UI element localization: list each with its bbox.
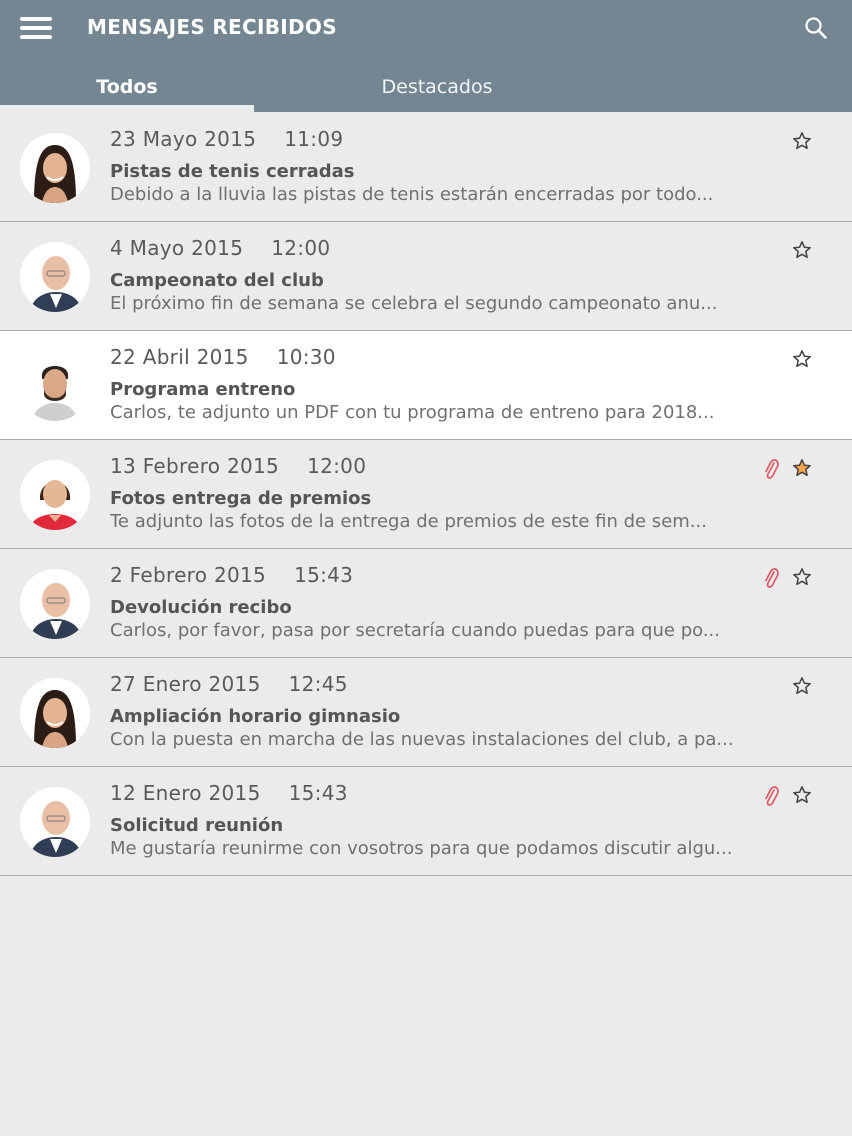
message-time: 15:43	[294, 563, 354, 587]
message-time: 11:09	[284, 127, 344, 151]
menu-icon[interactable]	[20, 16, 54, 42]
message-preview: Con la puesta en marcha de las nuevas in…	[110, 729, 734, 750]
message-row[interactable]: 2 Febrero 2015 15:43 Devolución recibo Ca…	[0, 549, 852, 658]
message-date: 4 Mayo 2015 12:00	[110, 236, 331, 260]
star-outline-icon[interactable]	[792, 785, 812, 805]
message-list: 23 Mayo 2015 11:09 Pistas de tenis cerrad…	[0, 113, 852, 876]
message-row[interactable]: 27 Enero 2015 12:45 Ampliación horario gi…	[0, 658, 852, 767]
message-subject: Devolución recibo	[110, 597, 292, 618]
star-outline-icon[interactable]	[792, 567, 812, 587]
attachment-icon[interactable]	[762, 784, 780, 808]
tab-destacados[interactable]: Destacados	[254, 66, 620, 112]
star-outline-icon[interactable]	[792, 676, 812, 696]
message-preview: Te adjunto las fotos de la entrega de pr…	[110, 511, 707, 532]
message-time: 12:00	[271, 236, 331, 260]
avatar	[20, 678, 90, 748]
avatar	[20, 133, 90, 203]
star-outline-icon[interactable]	[792, 131, 812, 151]
message-date: 23 Mayo 2015 11:09	[110, 127, 344, 151]
message-preview: El próximo fin de semana se celebra el s…	[110, 293, 718, 314]
message-time: 15:43	[288, 781, 348, 805]
message-subject: Pistas de tenis cerradas	[110, 161, 355, 182]
message-preview: Debido a la lluvia las pistas de tenis e…	[110, 184, 714, 205]
star-filled-icon[interactable]	[792, 458, 812, 478]
message-preview: Carlos, te adjunto un PDF con tu program…	[110, 402, 715, 423]
message-preview: Carlos, por favor, pasa por secretaría c…	[110, 620, 720, 641]
tab-indicator	[0, 105, 254, 112]
star-outline-icon[interactable]	[792, 349, 812, 369]
page-title: MENSAJES RECIBIDOS	[87, 15, 337, 39]
message-row[interactable]: 23 Mayo 2015 11:09 Pistas de tenis cerrad…	[0, 113, 852, 222]
avatar	[20, 460, 90, 530]
message-subject: Ampliación horario gimnasio	[110, 706, 401, 727]
message-row[interactable]: 13 Febrero 2015 12:00 Fotos entrega de pr…	[0, 440, 852, 549]
message-time: 12:00	[307, 454, 367, 478]
message-subject: Fotos entrega de premios	[110, 488, 372, 509]
attachment-icon[interactable]	[762, 457, 780, 481]
message-time: 10:30	[276, 345, 336, 369]
message-date: 27 Enero 2015 12:45	[110, 672, 348, 696]
message-row[interactable]: 4 Mayo 2015 12:00 Campeonato del club El …	[0, 222, 852, 331]
star-outline-icon[interactable]	[792, 240, 812, 260]
message-date: 12 Enero 2015 15:43	[110, 781, 348, 805]
message-date: 2 Febrero 2015 15:43	[110, 563, 354, 587]
avatar	[20, 351, 90, 421]
message-preview: Me gustaría reunirme con vosotros para q…	[110, 838, 733, 859]
message-row[interactable]: 12 Enero 2015 15:43 Solicitud reunión Me …	[0, 767, 852, 876]
message-row[interactable]: 22 Abril 2015 10:30 Programa entreno Carl…	[0, 331, 852, 440]
tab-bar: Todos Destacados	[0, 66, 852, 112]
app-bar: MENSAJES RECIBIDOS Todos Destacados	[0, 0, 852, 112]
attachment-icon[interactable]	[762, 566, 780, 590]
message-subject: Programa entreno	[110, 379, 296, 400]
message-subject: Solicitud reunión	[110, 815, 284, 836]
message-date: 22 Abril 2015 10:30	[110, 345, 336, 369]
avatar	[20, 242, 90, 312]
avatar	[20, 569, 90, 639]
search-icon[interactable]	[804, 16, 828, 40]
message-subject: Campeonato del club	[110, 270, 324, 291]
message-date: 13 Febrero 2015 12:00	[110, 454, 367, 478]
avatar	[20, 787, 90, 857]
message-time: 12:45	[288, 672, 348, 696]
